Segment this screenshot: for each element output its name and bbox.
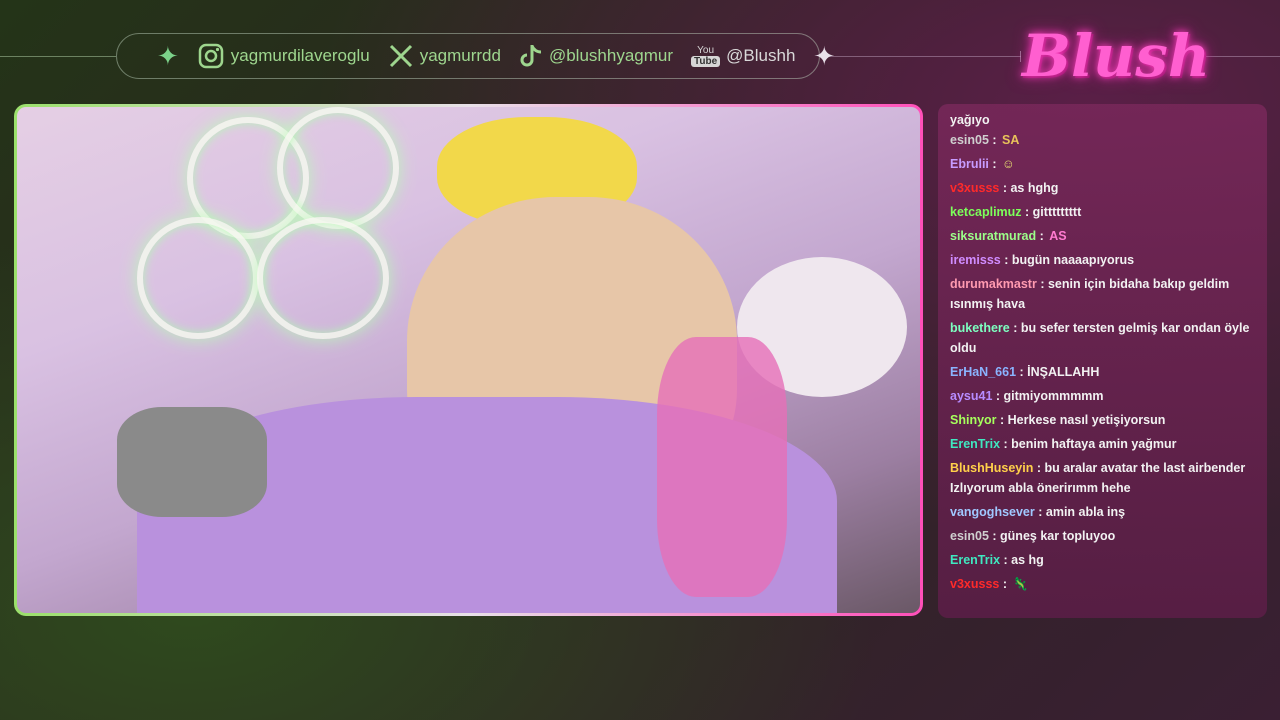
divider-line-right xyxy=(821,56,1021,57)
sparkle-icon: ✦ xyxy=(813,41,836,71)
chat-separator: : xyxy=(999,577,1011,591)
chat-separator: : xyxy=(988,529,1001,543)
chat-username[interactable]: aysu41 xyxy=(950,389,992,403)
chat-separator: : xyxy=(1036,229,1048,243)
chat-separator: : xyxy=(1034,505,1046,519)
youtube-logo-top: You xyxy=(697,45,715,56)
chat-username[interactable]: ErenTrix xyxy=(950,437,1000,451)
tiktok-link[interactable]: @blushhyagmur xyxy=(519,43,673,69)
webcam-frame xyxy=(14,104,923,616)
chat-emote: SA xyxy=(1002,133,1020,147)
instagram-handle: yagmurdilaveroglu xyxy=(230,46,370,65)
chat-text: benim haftaya amin yağmur xyxy=(1011,437,1177,451)
chat-message: Shinyor : Herkese nasıl yetişiyorsun xyxy=(950,408,1259,432)
chat-username[interactable]: BlushHuseyin xyxy=(950,461,1033,475)
chat-separator: : xyxy=(1016,365,1028,379)
chat-username[interactable]: iremisss xyxy=(950,253,1001,267)
chat-message: v3xusss : as hghg xyxy=(950,176,1259,200)
chat-separator: : xyxy=(999,181,1011,195)
youtube-icon: You Tube xyxy=(691,45,721,67)
chat-emote: AS xyxy=(1049,229,1067,243)
chat-text: güneş kar topluyoo xyxy=(1000,529,1116,543)
chat-username[interactable]: v3xusss xyxy=(950,577,999,591)
chat-separator: : xyxy=(1009,321,1021,335)
chat-message: iremisss : bugün naaaapıyorus xyxy=(950,248,1259,272)
chat-text: İNŞALLAHH xyxy=(1027,365,1100,379)
chat-emote: ☺ xyxy=(1002,157,1015,171)
neon-smiley-decoration xyxy=(257,217,389,339)
chat-text: bugün naaaapıyorus xyxy=(1011,253,1135,267)
brand-logo: Blush xyxy=(1022,22,1211,90)
chat-panel[interactable]: yağıyo esin05 : SA Ebrulii : ☺ v3xusss : a… xyxy=(938,104,1267,618)
chat-message: bukethere : bu sefer tersten gelmiş kar … xyxy=(950,316,1259,360)
chat-username[interactable]: siksuratmurad xyxy=(950,229,1036,243)
gaming-chair xyxy=(657,337,787,597)
chat-message-list[interactable]: yağıyo esin05 : SA Ebrulii : ☺ v3xusss : a… xyxy=(950,113,1259,612)
chat-text: Herkese nasıl yetişiyorsun xyxy=(1007,413,1166,427)
chat-username[interactable]: v3xusss xyxy=(950,181,999,195)
microphone xyxy=(117,407,267,517)
chat-separator: : xyxy=(1021,205,1033,219)
youtube-logo-bottom: Tube xyxy=(691,56,721,67)
chat-message: ErenTrix : benim haftaya amin yağmur xyxy=(950,432,1259,456)
chat-separator: : xyxy=(1000,253,1012,267)
chat-message: ErHaN_661 : İNŞALLAHH xyxy=(950,360,1259,384)
chat-message: vangoghsever : amin abla inş xyxy=(950,500,1259,524)
chat-username[interactable]: durumakmastr xyxy=(950,277,1037,291)
social-links-bar: ✦ yagmurdilaveroglu yagmurrdd @blushhyag… xyxy=(116,33,835,79)
youtube-handle: @Blushh xyxy=(726,46,796,65)
chat-username[interactable]: ErenTrix xyxy=(950,553,1000,567)
webcam-video[interactable] xyxy=(17,107,920,613)
chat-separator: : xyxy=(988,133,1001,147)
chat-text: as hg xyxy=(1011,553,1044,567)
instagram-link[interactable]: yagmurdilaveroglu xyxy=(197,42,370,70)
divider-line-left xyxy=(0,56,116,57)
x-link[interactable]: yagmurrdd xyxy=(388,43,501,69)
neon-smiley-decoration xyxy=(137,217,259,339)
chat-username[interactable]: vangoghsever xyxy=(950,505,1035,519)
chat-message: v3xusss : 🦎 xyxy=(950,572,1259,596)
chat-message: aysu41 : gitmiyommmmm xyxy=(950,384,1259,408)
chat-username[interactable]: Ebrulii xyxy=(950,157,989,171)
tiktok-icon xyxy=(520,45,542,67)
tiktok-handle: @blushhyagmur xyxy=(548,46,674,65)
x-logo-icon xyxy=(389,44,412,68)
chat-message: siksuratmurad : AS xyxy=(950,224,1259,248)
chat-message: ketcaplimuz : gittttttttt xyxy=(950,200,1259,224)
chat-username[interactable]: ErHaN_661 xyxy=(950,365,1016,379)
chat-separator: : xyxy=(1000,437,1012,451)
chat-separator: : xyxy=(988,157,1001,171)
chat-text: gitmiyommmmm xyxy=(1003,389,1104,403)
chat-separator: : xyxy=(992,389,1004,403)
chat-message: esin05 : güneş kar topluyoo xyxy=(950,524,1259,548)
chat-username[interactable]: Shinyor xyxy=(950,413,997,427)
sparkle-icon: ✦ xyxy=(157,41,179,71)
chat-username[interactable]: bukethere xyxy=(950,321,1010,335)
chat-username[interactable]: esin05 xyxy=(950,133,989,147)
instagram-icon xyxy=(198,43,224,69)
divider-tick xyxy=(1020,51,1021,62)
chat-text: as hghg xyxy=(1010,181,1059,195)
chat-separator: : xyxy=(1036,277,1048,291)
chat-message: Ebrulii : ☺ xyxy=(950,152,1259,176)
chat-separator: : xyxy=(996,413,1008,427)
chat-partial-message: yağıyo xyxy=(950,113,990,127)
chat-username[interactable]: ketcaplimuz xyxy=(950,205,1022,219)
divider-line-far-right xyxy=(1200,56,1280,57)
chat-separator: : xyxy=(1033,461,1045,475)
chat-emote: 🦎 xyxy=(1012,577,1029,591)
chat-text: amin abla inş xyxy=(1045,505,1126,519)
chat-message: esin05 : SA xyxy=(950,128,1259,152)
chat-message: BlushHuseyin : bu aralar avatar the last… xyxy=(950,456,1259,500)
youtube-link[interactable]: You Tube @Blushh xyxy=(691,45,795,67)
chat-separator: : xyxy=(1000,553,1012,567)
neon-smiley-decoration xyxy=(277,107,399,229)
x-handle: yagmurrdd xyxy=(419,46,501,65)
chat-message: ErenTrix : as hg xyxy=(950,548,1259,572)
chat-text: gittttttttt xyxy=(1032,205,1082,219)
chat-message: durumakmastr : senin için bidaha bakıp g… xyxy=(950,272,1259,316)
chat-username[interactable]: esin05 xyxy=(950,529,989,543)
